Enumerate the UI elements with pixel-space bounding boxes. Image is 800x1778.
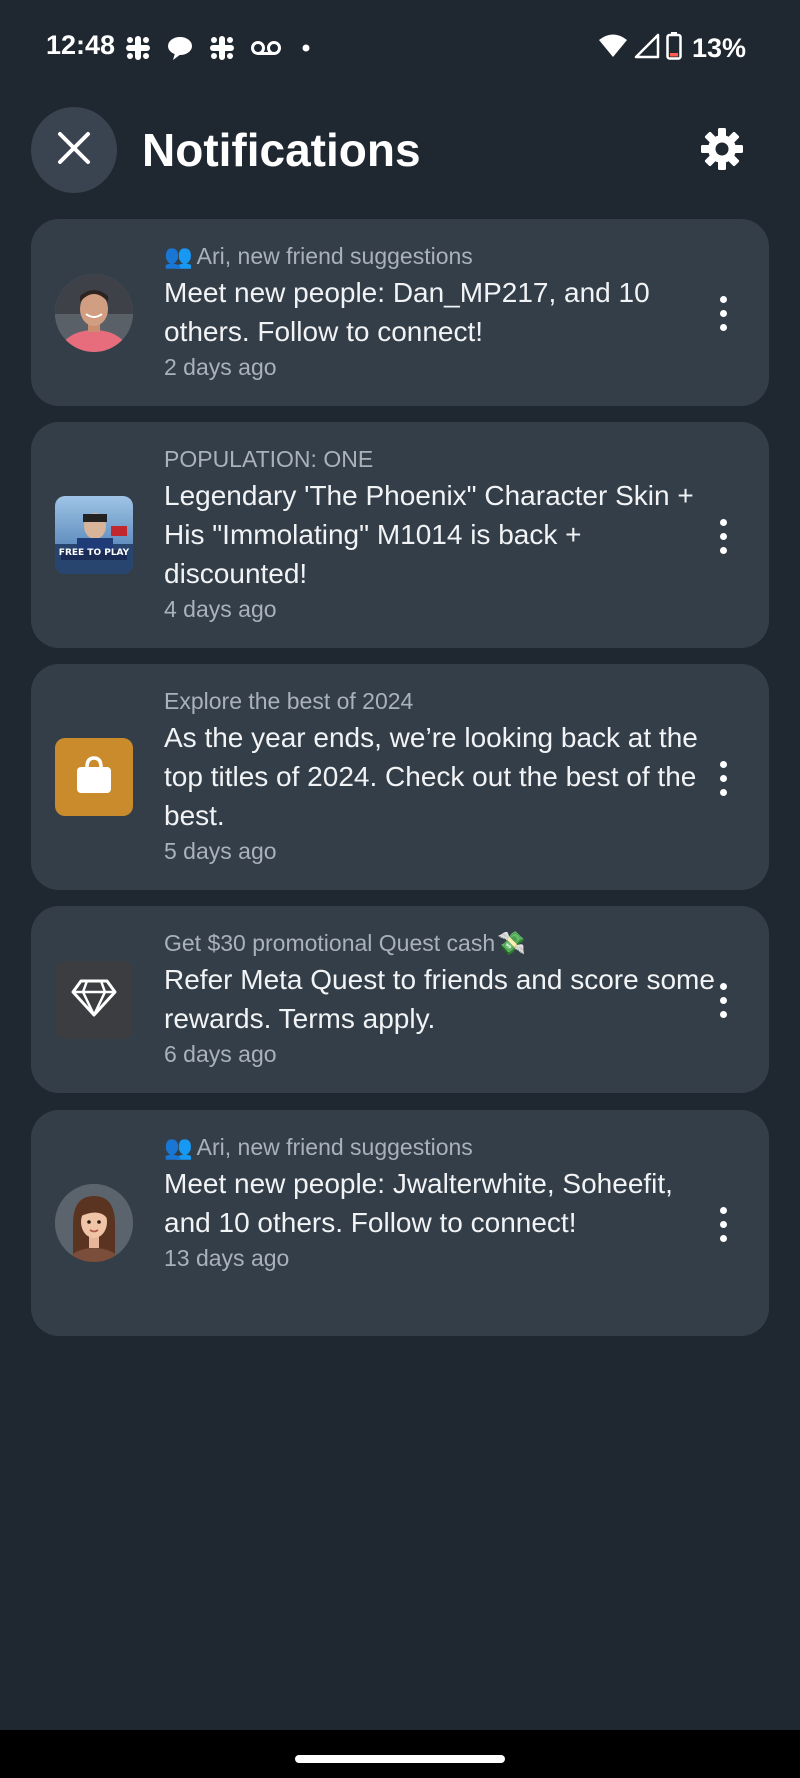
slack-icon <box>124 34 152 62</box>
cellular-signal-icon <box>634 33 660 64</box>
notification-source: 👥 Ari, new friend suggestions <box>164 1132 716 1162</box>
slack-icon <box>208 34 236 62</box>
status-system-icons: 13% <box>598 30 746 66</box>
notification-card[interactable]: 👥 Ari, new friend suggestions Meet new p… <box>31 1110 769 1336</box>
people-emoji: 👥 <box>164 243 193 269</box>
notification-text: 👥 Ari, new friend suggestions Meet new p… <box>164 1132 716 1274</box>
shopping-bag-icon <box>72 753 116 802</box>
settings-button[interactable] <box>698 127 746 175</box>
notification-source-label: Ari, new friend suggestions <box>196 1134 473 1160</box>
more-vertical-icon <box>719 982 727 990</box>
more-options-button[interactable] <box>703 748 743 808</box>
home-indicator[interactable] <box>295 1755 505 1763</box>
game-thumbnail-text: FREE TO PLAY <box>58 548 130 558</box>
more-vertical-icon <box>719 295 727 303</box>
voicemail-icon <box>250 38 282 58</box>
notification-time: 13 days ago <box>164 1245 290 1271</box>
status-time: 12:48 <box>46 30 116 60</box>
more-vertical-icon <box>719 1206 727 1214</box>
gear-icon <box>700 127 744 176</box>
notification-text: 👥 Ari, new friend suggestions Meet new p… <box>164 241 716 383</box>
notification-body: Refer Meta Quest to friends and score so… <box>164 964 715 1034</box>
notification-card[interactable]: 👥 Ari, new friend suggestions Meet new p… <box>31 219 769 406</box>
close-icon <box>56 130 92 171</box>
notification-body: Meet new people: Jwalterwhite, Soheefit,… <box>164 1168 673 1238</box>
notification-source: Get $30 promotional Quest cash 💸 <box>164 928 716 958</box>
user-avatar <box>55 1184 133 1262</box>
notification-text: POPULATION: ONE Legendary 'The Phoenix" … <box>164 444 716 625</box>
battery-icon <box>666 31 682 65</box>
notification-source: 👥 Ari, new friend suggestions <box>164 241 716 271</box>
notification-source-label: Get $30 promotional Quest cash <box>164 930 496 956</box>
notification-text: Explore the best of 2024 As the year end… <box>164 686 716 867</box>
notification-body: Meet new people: Dan_MP217, and 10 other… <box>164 277 650 347</box>
game-thumbnail: FREE TO PLAY <box>55 496 133 574</box>
more-options-button[interactable] <box>703 970 743 1030</box>
people-emoji: 👥 <box>164 1134 193 1160</box>
notification-card[interactable]: Explore the best of 2024 As the year end… <box>31 664 769 890</box>
notification-time: 6 days ago <box>164 1041 277 1067</box>
notification-source-label: POPULATION: ONE <box>164 446 374 472</box>
notification-source: POPULATION: ONE <box>164 444 716 474</box>
dot-icon <box>296 38 316 58</box>
notification-source-label: Explore the best of 2024 <box>164 688 414 714</box>
notification-card[interactable]: FREE TO PLAY POPULATION: ONE Legendary '… <box>31 422 769 648</box>
wifi-icon <box>598 33 628 64</box>
notification-source-label: Ari, new friend suggestions <box>196 243 473 269</box>
notification-body: As the year ends, we’re looking back at … <box>164 722 698 831</box>
more-vertical-icon <box>719 760 727 768</box>
notification-card[interactable]: Get $30 promotional Quest cash 💸 Refer M… <box>31 906 769 1093</box>
store-thumbnail <box>55 738 133 816</box>
battery-percent: 13% <box>691 32 746 63</box>
notification-time: 5 days ago <box>164 838 277 864</box>
more-options-button[interactable] <box>703 283 743 343</box>
rewards-thumbnail <box>55 961 133 1039</box>
notification-text: Get $30 promotional Quest cash 💸 Refer M… <box>164 928 716 1070</box>
more-vertical-icon <box>719 518 727 526</box>
user-avatar <box>55 274 133 352</box>
chat-bubble-icon <box>166 34 194 62</box>
notification-time: 4 days ago <box>164 596 277 622</box>
money-emoji: 💸 <box>497 930 526 956</box>
more-options-button[interactable] <box>703 506 743 566</box>
diamond-icon <box>71 978 117 1023</box>
notification-body: Legendary 'The Phoenix" Character Skin +… <box>164 480 694 589</box>
status-bar: 12:48 13% <box>0 0 800 96</box>
notification-time: 2 days ago <box>164 354 277 380</box>
page-title: Notifications <box>142 124 421 176</box>
status-notification-icons <box>124 30 316 66</box>
close-button[interactable] <box>31 107 117 193</box>
notification-source: Explore the best of 2024 <box>164 686 716 716</box>
more-options-button[interactable] <box>703 1194 743 1254</box>
navigation-bar <box>0 1730 800 1778</box>
